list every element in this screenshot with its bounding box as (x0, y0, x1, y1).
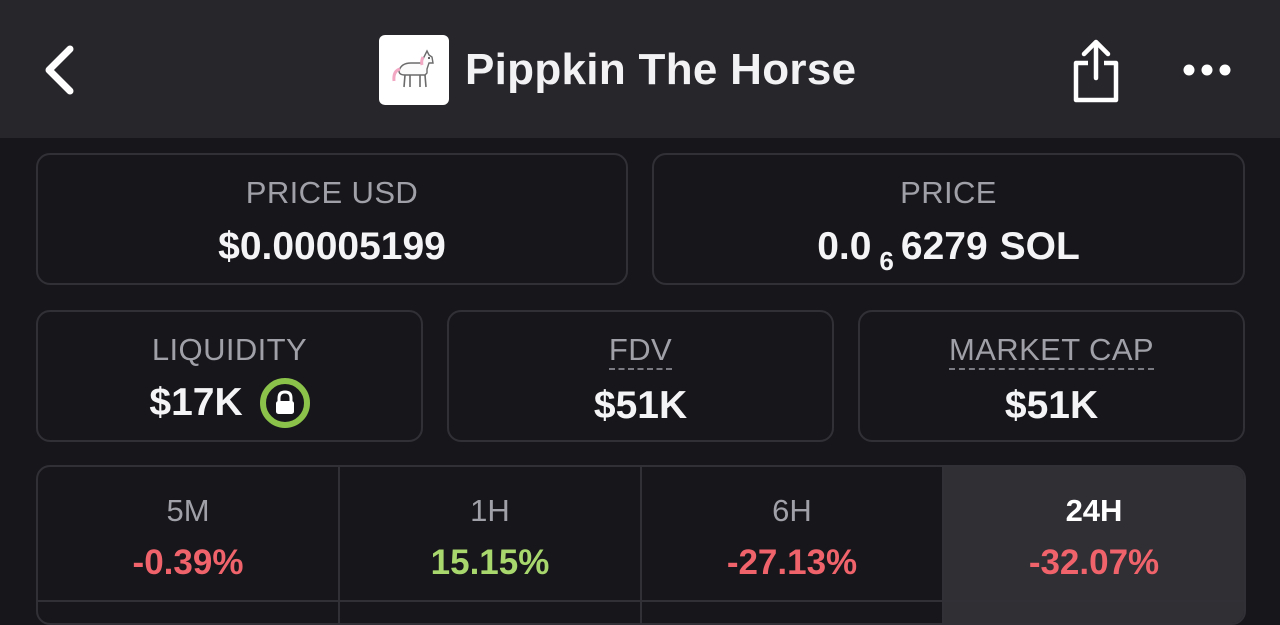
token-name: Pippkin The Horse (465, 45, 857, 94)
liquidity-value: $17K (149, 381, 243, 424)
tab-change: -0.39% (132, 543, 244, 582)
top-bar: Pippkin The Horse (0, 0, 1280, 138)
horse-logo-icon (379, 35, 449, 105)
liquidity-label: LIQUIDITY (151, 332, 308, 367)
market-cap-label[interactable]: MARKET CAP (949, 332, 1154, 370)
price-usd-label: PRICE USD (245, 175, 419, 210)
more-options-button[interactable] (1178, 50, 1236, 90)
tab-change: 15.15% (430, 543, 550, 582)
fdv-label[interactable]: FDV (608, 332, 673, 370)
price-native-label: PRICE (900, 175, 997, 210)
tab-change: -27.13% (726, 543, 858, 582)
price-usd-value: $0.00005199 (218, 225, 446, 268)
price-native-card: PRICE 0.0 6 6279 SOL (652, 153, 1245, 285)
price-native-prefix: 0.0 (817, 225, 872, 268)
back-button[interactable] (36, 44, 82, 96)
liquidity-card: LIQUIDITY $17K (36, 310, 423, 442)
market-cap-value: $51K (1004, 384, 1099, 427)
token-title: Pippkin The Horse (379, 35, 856, 105)
chevron-left-icon (45, 45, 74, 95)
more-horizontal-icon (1183, 64, 1231, 76)
price-native-zero-count: 6 (879, 246, 894, 276)
tab-label: 5M (166, 493, 210, 528)
price-native-value: 0.0 6 6279 SOL (817, 224, 1080, 276)
tab-label: 24H (1065, 493, 1123, 528)
tab-label: 1H (470, 493, 510, 528)
liquidity-value-row: $17K (149, 378, 310, 428)
divider (36, 600, 1246, 602)
fdv-card: FDV $51K (447, 310, 834, 442)
share-button[interactable] (1066, 36, 1126, 106)
price-usd-card: PRICE USD $0.00005199 (36, 153, 628, 285)
fdv-value: $51K (593, 384, 688, 427)
tab-change: -32.07% (1028, 543, 1160, 582)
price-native-unit: SOL (999, 225, 1080, 268)
tab-label: 6H (772, 493, 812, 528)
price-native-digits: 6279 (900, 225, 988, 268)
share-icon (1073, 39, 1119, 103)
lock-icon[interactable] (259, 378, 310, 428)
market-cap-card: MARKET CAP $51K (858, 310, 1245, 442)
